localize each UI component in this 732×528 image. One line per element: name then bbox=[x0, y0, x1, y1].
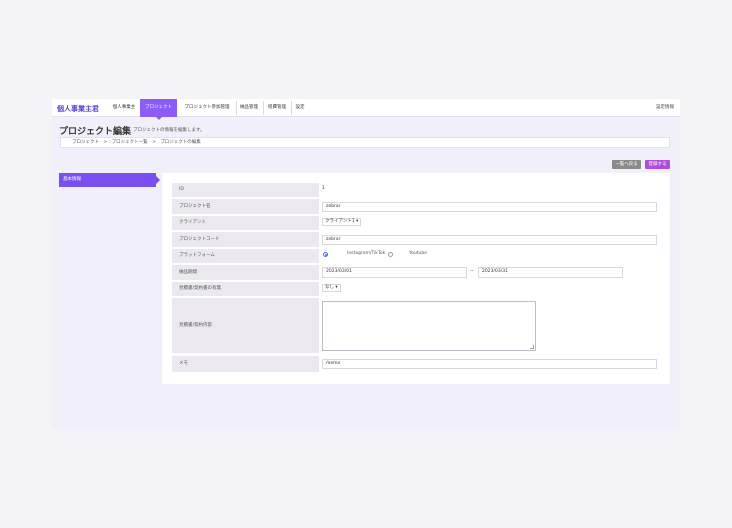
project-name-label: プロジェクト名 bbox=[172, 199, 319, 214]
breadcrumb-item[interactable]: プロジェクト bbox=[72, 140, 99, 145]
submit-button[interactable]: 登録する bbox=[645, 160, 670, 169]
quote-exists-label: 見積書/契約書の有無 bbox=[172, 282, 319, 296]
id-label: ID bbox=[172, 183, 319, 197]
nav-divider bbox=[291, 101, 292, 115]
page-subtitle: プロジェクトの情報を編集します。 bbox=[133, 128, 205, 133]
contract-details-label: 見積書/契約内容 bbox=[172, 298, 319, 353]
id-value: 1 bbox=[322, 186, 325, 191]
nav-divider bbox=[236, 101, 237, 115]
back-to-list-button[interactable]: 一覧へ戻る bbox=[612, 160, 641, 169]
breadcrumb-item[interactable]: プロジェクト一覧 bbox=[112, 140, 148, 145]
delivery-period-label: 納品期間 bbox=[172, 265, 319, 280]
top-navbar: 個人事業主君 個人事業主 プロジェクト プロジェクト参加管理 納品管理 経費管理… bbox=[52, 99, 680, 120]
client-label: クライアント bbox=[172, 216, 319, 230]
period-start-input[interactable]: 2023/03/01 bbox=[322, 267, 467, 278]
nav-item-project-participation[interactable]: プロジェクト参加管理 bbox=[180, 99, 234, 117]
platform-radio-label: Instagram/TikTok bbox=[347, 251, 386, 256]
tab-basic-info[interactable]: 基本情報 bbox=[59, 173, 160, 187]
brand-logo[interactable]: 個人事業主君 bbox=[57, 104, 99, 114]
nav-item-expense[interactable]: 経費管理 bbox=[265, 99, 289, 117]
nav-item-delivery[interactable]: 納品管理 bbox=[238, 99, 260, 117]
platform-label: プラットフォーム bbox=[172, 249, 319, 263]
project-code-input[interactable]: zebrar bbox=[322, 235, 657, 245]
active-caret-icon bbox=[155, 117, 162, 120]
period-separator: ~ bbox=[470, 269, 474, 274]
form-panel: ID 1 プロジェクト名 zebrar クライアント クライアント1 ▾ プロジ… bbox=[162, 173, 670, 384]
settings-info-link[interactable]: 設定情報 bbox=[656, 99, 674, 117]
memo-label: メモ bbox=[172, 356, 319, 372]
breadcrumb: プロジェクト > プロジェクト一覧 > プロジェクトの編集 bbox=[60, 137, 670, 148]
nav-item-freelancer[interactable]: 個人事業主 bbox=[110, 99, 138, 117]
client-select[interactable]: クライアント1 ▾ bbox=[322, 218, 362, 226]
period-end-input[interactable]: 2023/03/31 bbox=[478, 267, 623, 278]
resize-grip-icon[interactable] bbox=[530, 345, 534, 349]
tab-caret-icon bbox=[156, 176, 160, 184]
tab-basic-info-label: 基本情報 bbox=[63, 177, 81, 182]
platform-radio-label: Youtube bbox=[409, 251, 427, 256]
nav-item-project-label: プロジェクト bbox=[145, 105, 172, 110]
contract-details-textarea[interactable] bbox=[322, 301, 536, 351]
quote-exists-select[interactable]: なし ▾ bbox=[322, 284, 341, 292]
breadcrumb-separator: > bbox=[152, 140, 156, 145]
memo-input[interactable]: memo bbox=[322, 359, 657, 369]
app-window: 個人事業主君 個人事業主 プロジェクト プロジェクト参加管理 納品管理 経費管理… bbox=[52, 99, 680, 429]
project-code-label: プロジェクトコード bbox=[172, 232, 319, 247]
project-name-input[interactable]: zebrar bbox=[322, 202, 657, 212]
breadcrumb-current: プロジェクトの編集 bbox=[160, 140, 201, 145]
platform-radio-instagram[interactable] bbox=[388, 252, 393, 257]
page-title: プロジェクト編集 bbox=[59, 127, 132, 137]
platform-radio-none[interactable] bbox=[323, 252, 328, 257]
nav-divider bbox=[263, 101, 264, 115]
breadcrumb-separator: > bbox=[103, 140, 108, 145]
nav-item-settings[interactable]: 設定 bbox=[293, 99, 307, 117]
nav-item-project[interactable]: プロジェクト bbox=[140, 99, 177, 120]
